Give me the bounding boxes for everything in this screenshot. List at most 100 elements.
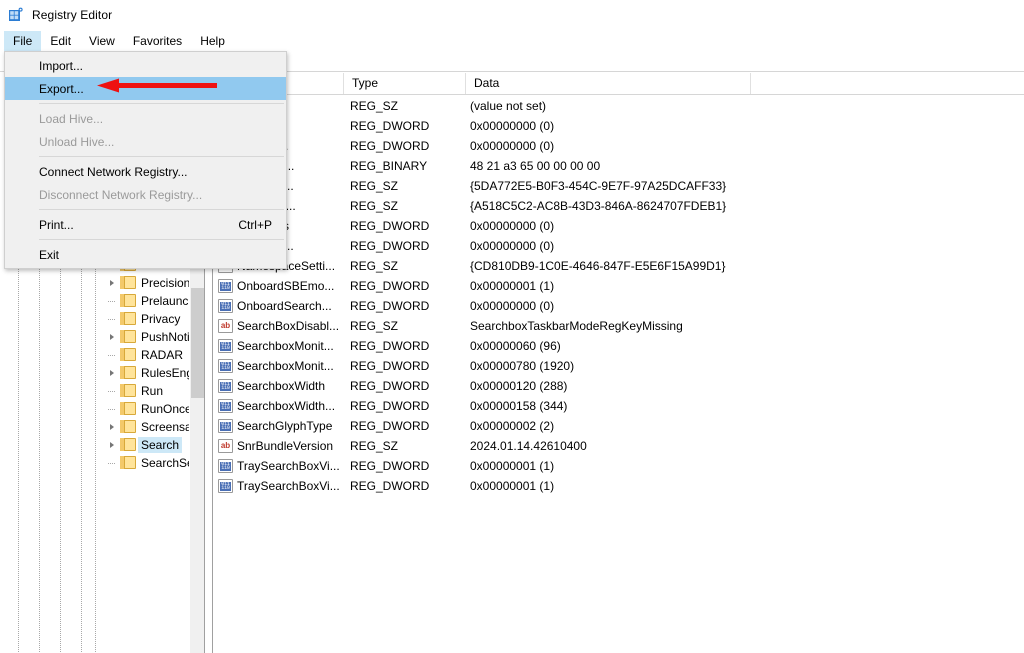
menu-item-disconnect-network-registry: Disconnect Network Registry... <box>5 183 286 206</box>
folder-icon <box>120 366 137 380</box>
menubar-item-help[interactable]: Help <box>191 31 234 51</box>
table-row[interactable]: ab)REG_SZ(value not set) <box>213 96 1024 116</box>
column-header-type[interactable]: Type <box>343 73 465 94</box>
column-header-data[interactable]: Data <box>465 73 750 94</box>
chevron-right-icon[interactable] <box>104 274 120 292</box>
menubar-item-edit[interactable]: Edit <box>41 31 80 51</box>
table-row[interactable]: 011 110 OnboardSearch... REG_DWORD 0x0000000… <box>213 296 1024 316</box>
folder-icon <box>120 456 137 470</box>
table-row[interactable]: 011110SearchH...REG_DWORD0x00000000 (0) <box>213 236 1024 256</box>
tree-item-prelaunch[interactable]: Prelaunch <box>0 292 195 310</box>
value-data-cell: 0x00000158 (344) <box>470 399 568 413</box>
value-type-cell: REG_DWORD <box>350 139 430 153</box>
table-row[interactable]: 011 110 SearchboxWidth REG_DWORD 0x00000120 … <box>213 376 1024 396</box>
tree-item-searchsetti[interactable]: SearchSetti <box>0 454 203 472</box>
tree-item-label: Prelaunch <box>141 294 196 308</box>
value-name-cell: 011 110 SearchboxWidth... <box>218 396 343 416</box>
registry-values-pane[interactable]: Name Type Data ab)REG_SZ(value not set)0… <box>213 73 1024 653</box>
table-row[interactable]: 011 110 SearchboxMonit... REG_DWORD 0x000007… <box>213 356 1024 376</box>
folder-icon <box>120 348 137 362</box>
table-row[interactable]: 011110edAccessREG_DWORD0x00000000 (0) <box>213 216 1024 236</box>
menu-item-label: Unload Hive... <box>39 134 115 149</box>
value-type-cell: REG_DWORD <box>350 359 430 373</box>
menubar-item-favorites[interactable]: Favorites <box>124 31 191 51</box>
menu-item-print[interactable]: Print... Ctrl+P <box>5 213 286 236</box>
value-data-cell: {A518C5C2-AC8B-43D3-846A-8624707FDEB1} <box>470 199 727 213</box>
dword-value-icon: 011110 <box>218 419 233 433</box>
menu-item-connect-network-registry[interactable]: Connect Network Registry... <box>5 160 286 183</box>
folder-icon <box>120 330 137 344</box>
tree-item-label: Run <box>141 384 164 398</box>
table-row[interactable]: 011 110 TraySearchBoxVi... REG_DWORD 0x00000… <box>213 476 1024 496</box>
menu-item-import[interactable]: Import... <box>5 54 286 77</box>
value-type-cell: REG_DWORD <box>350 219 430 233</box>
value-name-text: SearchboxMonit... <box>237 339 334 353</box>
table-row[interactable]: 011 110 OnboardSBEmo... REG_DWORD 0x00000001… <box>213 276 1024 296</box>
value-type-cell: REG_SZ <box>350 259 399 273</box>
tree-item-search[interactable]: Search <box>0 436 189 454</box>
folder-icon <box>120 402 137 416</box>
value-data-cell: 0x00000001 (1) <box>470 459 555 473</box>
menu-item-load-hive: Load Hive... <box>5 107 286 130</box>
chevron-right-icon[interactable] <box>104 436 120 454</box>
tree-item-pushnotific[interactable]: PushNotific <box>0 328 202 346</box>
tree-item-label: RADAR <box>141 348 184 362</box>
table-row[interactable]: 011 110 TraySearchBoxVi... REG_DWORD 0x00000… <box>213 456 1024 476</box>
tree-item-runonce[interactable]: RunOnce <box>0 400 192 418</box>
table-row[interactable]: abdWin32A...REG_SZ{A518C5C2-AC8B-43D3-84… <box>213 196 1024 216</box>
dword-value-icon: 011110 <box>218 299 233 313</box>
value-type-cell: REG_DWORD <box>350 299 430 313</box>
table-row[interactable]: 011 110 SearchboxMonit... REG_DWORD 0x000000… <box>213 336 1024 356</box>
table-row[interactable]: 011110StateLas...REG_BINARY48 21 a3 65 0… <box>213 156 1024 176</box>
table-row[interactable]: ab SnrBundleVersion REG_SZ 2024.01.14.42610… <box>213 436 1024 456</box>
folder-icon <box>120 420 137 434</box>
value-data-cell: 0x00000000 (0) <box>470 299 555 313</box>
tree-item-radar[interactable]: RADAR <box>0 346 189 364</box>
table-row[interactable]: abNamespaceSetti...REG_SZ{CD810DB9-1C0E-… <box>213 256 1024 276</box>
value-data-cell: (value not set) <box>470 99 547 113</box>
value-name-cell: ab SnrBundleVersion <box>218 436 343 456</box>
value-data-cell: SearchboxTaskbarModeRegKeyMissing <box>470 319 683 333</box>
value-data-cell: 0x00000002 (2) <box>470 419 555 433</box>
column-header-filler <box>750 73 1024 94</box>
string-value-icon: ab <box>218 439 233 453</box>
menubar-item-view[interactable]: View <box>80 31 124 51</box>
value-name-cell: 011 110 SearchGlyphType <box>218 416 343 436</box>
menu-item-label: Disconnect Network Registry... <box>39 187 203 202</box>
value-name-text: TraySearchBoxVi... <box>237 459 340 473</box>
tree-leaf-guide <box>108 463 116 464</box>
value-name-cell: 011 110 OnboardSearch... <box>218 296 343 316</box>
value-type-cell: REG_SZ <box>350 319 399 333</box>
chevron-right-icon[interactable] <box>104 328 120 346</box>
value-data-cell: {CD810DB9-1C0E-4646-847F-E5E6F15A99D1} <box>470 259 726 273</box>
chevron-right-icon[interactable] <box>104 418 120 436</box>
value-type-cell: REG_DWORD <box>350 279 430 293</box>
chevron-right-icon[interactable] <box>104 364 120 382</box>
value-type-cell: REG_SZ <box>350 199 399 213</box>
menu-item-label: Connect Network Registry... <box>39 164 188 179</box>
menubar-item-file[interactable]: File <box>4 31 42 51</box>
table-row[interactable]: 011110veLock...REG_DWORD0x00000000 (0) <box>213 116 1024 136</box>
menu-item-label: Export... <box>39 81 84 96</box>
menu-separator <box>39 239 284 240</box>
red-left-arrow-annotation <box>97 78 217 93</box>
registry-editor-window: Registry Editor File Edit View Favorites… <box>0 0 1024 653</box>
tree-item-screensave[interactable]: Screensave <box>0 418 204 436</box>
value-name-text: SearchboxWidth <box>237 379 326 393</box>
table-row[interactable]: 011 110 SearchboxWidth... REG_DWORD 0x000001… <box>213 396 1024 416</box>
menu-item-exit[interactable]: Exit <box>5 243 286 266</box>
table-row[interactable]: 011 110 SearchGlyphType REG_DWORD 0x00000002… <box>213 416 1024 436</box>
table-row[interactable]: 011110undApp...REG_DWORD0x00000000 (0) <box>213 136 1024 156</box>
tree-item-precisionto[interactable]: PrecisionTo <box>0 274 203 292</box>
menu-bar: File Edit View Favorites Help <box>0 30 1024 52</box>
string-value-icon: ab <box>218 319 233 333</box>
registry-values-list[interactable]: ab)REG_SZ(value not set)011110veLock...R… <box>213 95 1024 653</box>
menu-item-label: Exit <box>39 247 60 262</box>
tree-item-label: Search <box>138 437 183 453</box>
table-row[interactable]: abdPackag...REG_SZ{5DA772E5-B0F3-454C-9E… <box>213 176 1024 196</box>
tree-item-privacy[interactable]: Privacy <box>0 310 189 328</box>
tree-item-run[interactable]: Run <box>0 382 189 400</box>
table-row[interactable]: ab SearchBoxDisabl... REG_SZ SearchboxTaskb… <box>213 316 1024 336</box>
tree-scrollbar-thumb[interactable] <box>191 288 204 398</box>
tree-item-rulesengin[interactable]: RulesEngin <box>0 364 202 382</box>
